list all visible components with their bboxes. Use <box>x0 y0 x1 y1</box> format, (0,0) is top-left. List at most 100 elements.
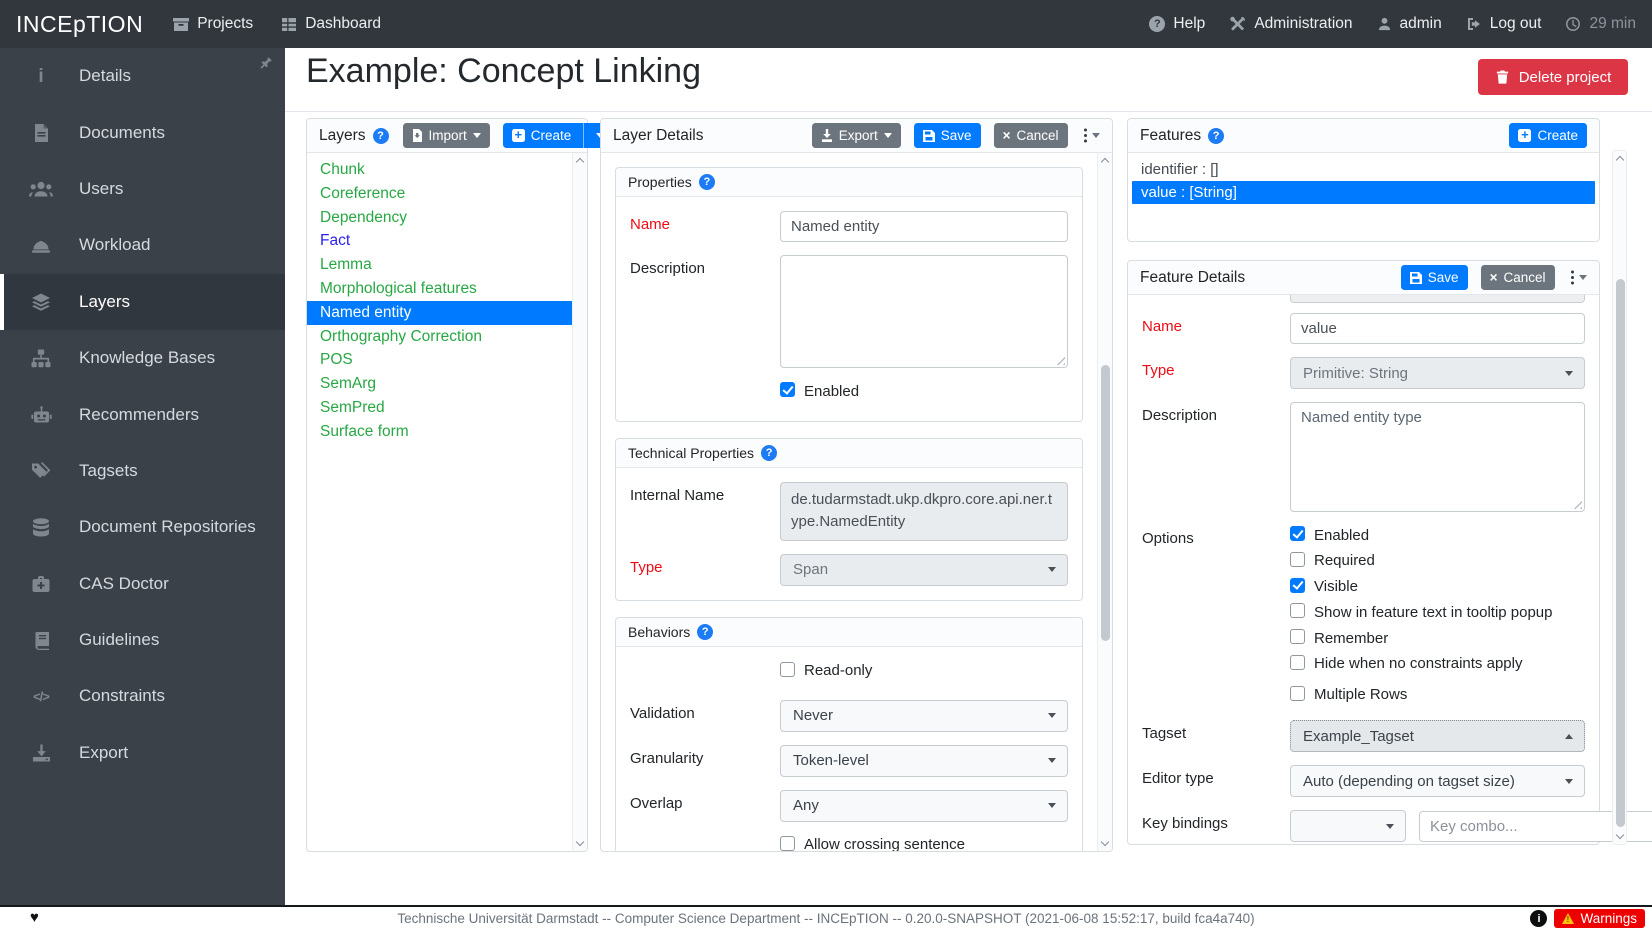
right-column-scrollbar[interactable] <box>1612 150 1627 845</box>
sidebar-item-users[interactable]: Users <box>0 161 285 217</box>
sidebar-item-constraints[interactable]: </> Constraints <box>0 668 285 724</box>
delete-project-button[interactable]: Delete project <box>1478 59 1628 95</box>
nav-projects[interactable]: Projects <box>173 15 253 33</box>
scroll-up-icon[interactable] <box>576 158 584 166</box>
checkbox-icon[interactable] <box>1290 526 1305 541</box>
checkbox-icon[interactable] <box>780 836 795 851</box>
feature-type-select[interactable]: Primitive: String <box>1290 357 1585 389</box>
feature-item-selected[interactable]: value : [String] <box>1132 181 1595 204</box>
sidebar-item-recommenders[interactable]: Recommenders <box>0 386 285 442</box>
granularity-select[interactable]: Token-level <box>780 745 1068 777</box>
sidebar-item-documents[interactable]: Documents <box>0 104 285 160</box>
scroll-down-icon[interactable] <box>1101 838 1109 846</box>
feature-details-menu[interactable] <box>1570 275 1588 280</box>
scroll-up-icon[interactable] <box>1101 158 1109 166</box>
help-icon[interactable]: ? <box>699 174 715 190</box>
sidebar-item-export[interactable]: Export <box>0 725 285 781</box>
layer-item[interactable]: Coreference <box>307 182 587 206</box>
layer-item[interactable]: POS <box>307 348 587 372</box>
nav-logout[interactable]: Log out <box>1466 15 1542 33</box>
help-icon[interactable]: ? <box>697 624 713 640</box>
nav-administration[interactable]: Administration <box>1229 15 1352 33</box>
layer-enabled-checkbox[interactable]: Enabled <box>780 381 1068 402</box>
import-layer-button[interactable]: Import <box>403 123 490 148</box>
sidebar-item-workload[interactable]: Workload <box>0 217 285 273</box>
layer-item[interactable]: Fact <box>307 229 587 253</box>
feature-description-textarea[interactable]: Named entity type <box>1290 402 1585 512</box>
checkbox-icon[interactable] <box>1290 603 1305 618</box>
option-hide-constraints-checkbox[interactable]: Hide when no constraints apply <box>1290 654 1585 675</box>
tagset-select[interactable]: Example_Tagset <box>1290 720 1585 752</box>
checkbox-icon[interactable] <box>1290 686 1305 701</box>
create-feature-button[interactable]: + Create <box>1509 123 1587 148</box>
app-logo[interactable]: INCEpTION <box>16 11 143 38</box>
pin-icon[interactable] <box>258 56 273 71</box>
layer-item[interactable]: SemArg <box>307 372 587 396</box>
layer-item-selected[interactable]: Named entity <box>307 301 587 325</box>
create-layer-button[interactable]: + Create <box>503 123 614 148</box>
scrollbar-thumb[interactable] <box>1101 365 1110 641</box>
sidebar-item-document-repositories[interactable]: Document Repositories <box>0 499 285 555</box>
layer-item[interactable]: Surface form <box>307 420 587 444</box>
warnings-badge[interactable]: Warnings <box>1554 909 1645 928</box>
layer-name-input[interactable] <box>780 211 1068 242</box>
cancel-feature-button[interactable]: × Cancel <box>1481 265 1555 290</box>
layer-details-header: Layer Details Export Save × Cancel <box>601 119 1112 153</box>
info-circle-icon[interactable]: i <box>1530 910 1547 927</box>
option-enabled-checkbox[interactable]: Enabled <box>1290 525 1585 546</box>
sidebar-item-cas-doctor[interactable]: CAS Doctor <box>0 556 285 612</box>
sidebar-item-details[interactable]: i Details <box>0 48 285 104</box>
scroll-down-icon[interactable] <box>576 838 584 846</box>
validation-label: Validation <box>630 700 780 722</box>
nav-user[interactable]: admin <box>1377 15 1442 33</box>
option-remember-checkbox[interactable]: Remember <box>1290 628 1585 649</box>
sidebar-item-knowledge-bases[interactable]: Knowledge Bases <box>0 330 285 386</box>
checkbox-icon[interactable] <box>1290 655 1305 670</box>
help-icon[interactable]: ? <box>1208 128 1224 144</box>
scroll-down-icon[interactable] <box>1616 831 1624 839</box>
sidebar-item-layers[interactable]: Layers <box>0 274 285 330</box>
feature-item[interactable]: identifier : [] <box>1128 158 1599 181</box>
save-feature-button[interactable]: Save <box>1401 265 1468 290</box>
feature-name-input[interactable] <box>1290 313 1585 344</box>
help-icon[interactable]: ? <box>761 445 777 461</box>
code-icon: </> <box>27 689 55 704</box>
read-only-checkbox[interactable]: Read-only <box>780 661 1068 682</box>
export-layer-button[interactable]: Export <box>812 123 901 148</box>
nav-help[interactable]: ? Help <box>1149 15 1205 33</box>
checkbox-icon[interactable] <box>780 382 795 397</box>
layer-description-textarea[interactable] <box>780 255 1068 368</box>
layer-details-menu[interactable] <box>1083 133 1101 138</box>
layer-item[interactable]: Morphological features <box>307 277 587 301</box>
layer-details-scrollbar[interactable] <box>1097 153 1112 851</box>
scroll-up-icon[interactable] <box>1616 156 1624 164</box>
checkbox-icon[interactable] <box>1290 552 1305 567</box>
option-multiple-rows-checkbox[interactable]: Multiple Rows <box>1290 685 1585 706</box>
layers-scrollbar[interactable] <box>572 153 587 851</box>
save-layer-button[interactable]: Save <box>914 123 981 148</box>
editor-type-select[interactable]: Auto (depending on tagset size) <box>1290 765 1585 797</box>
nav-dashboard[interactable]: Dashboard <box>281 15 381 33</box>
option-visible-checkbox[interactable]: Visible <box>1290 577 1585 598</box>
crossing-sentence-checkbox[interactable]: Allow crossing sentence boundaries <box>780 835 1020 852</box>
option-required-checkbox[interactable]: Required <box>1290 551 1585 572</box>
validation-select[interactable]: Never <box>780 700 1068 732</box>
option-label: Show in feature text in tooltip popup <box>1314 602 1553 623</box>
sidebar-item-tagsets[interactable]: Tagsets <box>0 443 285 499</box>
layer-item[interactable]: Chunk <box>307 158 587 182</box>
checkbox-icon[interactable] <box>1290 578 1305 593</box>
cancel-layer-button[interactable]: × Cancel <box>994 123 1068 148</box>
help-icon[interactable]: ? <box>373 128 389 144</box>
checkbox-icon[interactable] <box>1290 629 1305 644</box>
layer-item[interactable]: Dependency <box>307 206 587 230</box>
sidebar-item-guidelines[interactable]: Guidelines <box>0 612 285 668</box>
option-show-tooltip-checkbox[interactable]: Show in feature text in tooltip popup <box>1290 602 1585 623</box>
scrollbar-thumb[interactable] <box>1616 279 1625 827</box>
layer-type-select[interactable]: Span <box>780 554 1068 586</box>
overlap-select[interactable]: Any <box>780 790 1068 822</box>
layer-item[interactable]: SemPred <box>307 396 587 420</box>
layer-item[interactable]: Orthography Correction <box>307 325 587 349</box>
checkbox-icon[interactable] <box>780 662 795 677</box>
key-binding-select[interactable] <box>1290 810 1406 842</box>
layer-item[interactable]: Lemma <box>307 253 587 277</box>
